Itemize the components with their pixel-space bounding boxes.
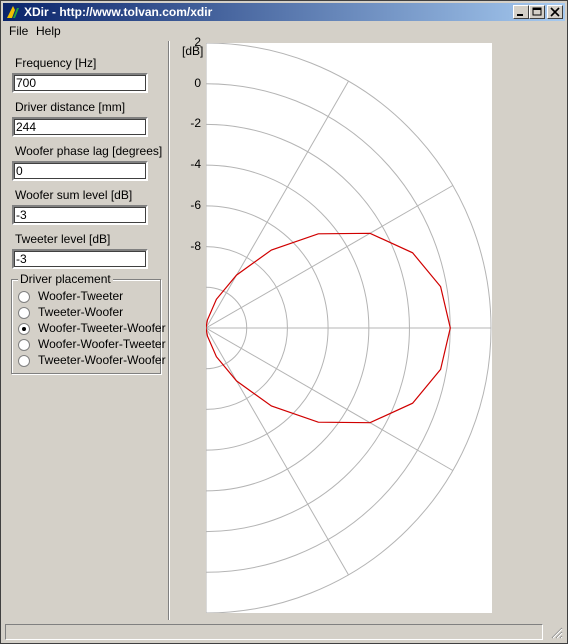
status-panel <box>5 624 543 640</box>
window-title: XDir - http://www.tolvan.com/xdir <box>24 5 213 19</box>
maximize-button[interactable] <box>529 5 545 19</box>
driver-distance-label: Driver distance [mm] <box>15 100 126 114</box>
radio-unchecked-icon[interactable] <box>18 355 30 367</box>
menu-file[interactable]: File <box>9 24 28 38</box>
woofer-phase-lag-label: Woofer phase lag [degrees] <box>15 144 163 158</box>
db-tick-label: -6 <box>190 197 201 212</box>
status-bar <box>3 623 565 641</box>
menu-bar: File Help <box>3 22 565 40</box>
title-bar[interactable]: XDir - http://www.tolvan.com/xdir <box>3 3 565 21</box>
app-window: XDir - http://www.tolvan.com/xdir File H… <box>0 0 568 644</box>
placement-option-label: Tweeter-Woofer-Woofer <box>38 353 166 367</box>
radio-checked-icon[interactable] <box>18 323 30 335</box>
db-tick-label: 0 <box>194 75 201 90</box>
close-button[interactable] <box>547 5 563 19</box>
tweeter-level-label: Tweeter level [dB] <box>15 232 111 246</box>
db-tick-label: -4 <box>190 157 201 172</box>
menu-help[interactable]: Help <box>36 24 61 38</box>
db-tick-label: -2 <box>190 116 201 131</box>
polar-plot-canvas <box>205 42 492 614</box>
placement-option-label: Woofer-Tweeter-Woofer <box>38 321 166 335</box>
placement-option-label: Woofer-Tweeter <box>38 289 124 303</box>
frequency-input[interactable] <box>12 73 148 93</box>
frequency-label: Frequency [Hz] <box>15 56 97 70</box>
driver-placement-title: Driver placement <box>18 272 113 286</box>
close-icon <box>550 7 560 17</box>
radio-unchecked-icon[interactable] <box>18 291 30 303</box>
woofer-phase-lag-input[interactable] <box>12 161 148 181</box>
woofer-sum-level-input[interactable] <box>12 205 148 225</box>
tweeter-level-input[interactable] <box>12 249 148 269</box>
db-tick-label: -8 <box>190 238 201 253</box>
driver-distance-input[interactable] <box>12 117 148 137</box>
app-logo-icon <box>7 6 19 18</box>
minimize-icon <box>517 14 523 16</box>
radio-unchecked-icon[interactable] <box>18 307 30 319</box>
maximize-icon <box>532 7 542 16</box>
grid-spoke <box>205 327 349 576</box>
resize-grip-icon[interactable] <box>551 627 563 639</box>
placement-option-label: Tweeter-Woofer <box>38 305 124 319</box>
polar-plot <box>205 42 492 614</box>
db-tick-label: 2 <box>194 35 201 49</box>
placement-option-label: Woofer-Woofer-Tweeter <box>38 337 166 351</box>
woofer-sum-level-label: Woofer sum level [dB] <box>15 188 133 202</box>
driver-placement-group: Driver placement Woofer-Tweeter Tweeter-W… <box>11 272 166 374</box>
settings-panel: Frequency [Hz] Driver distance [mm] Woof… <box>3 41 169 620</box>
radio-unchecked-icon[interactable] <box>18 339 30 351</box>
grid-spoke <box>205 80 349 329</box>
minimize-button[interactable] <box>513 5 529 19</box>
